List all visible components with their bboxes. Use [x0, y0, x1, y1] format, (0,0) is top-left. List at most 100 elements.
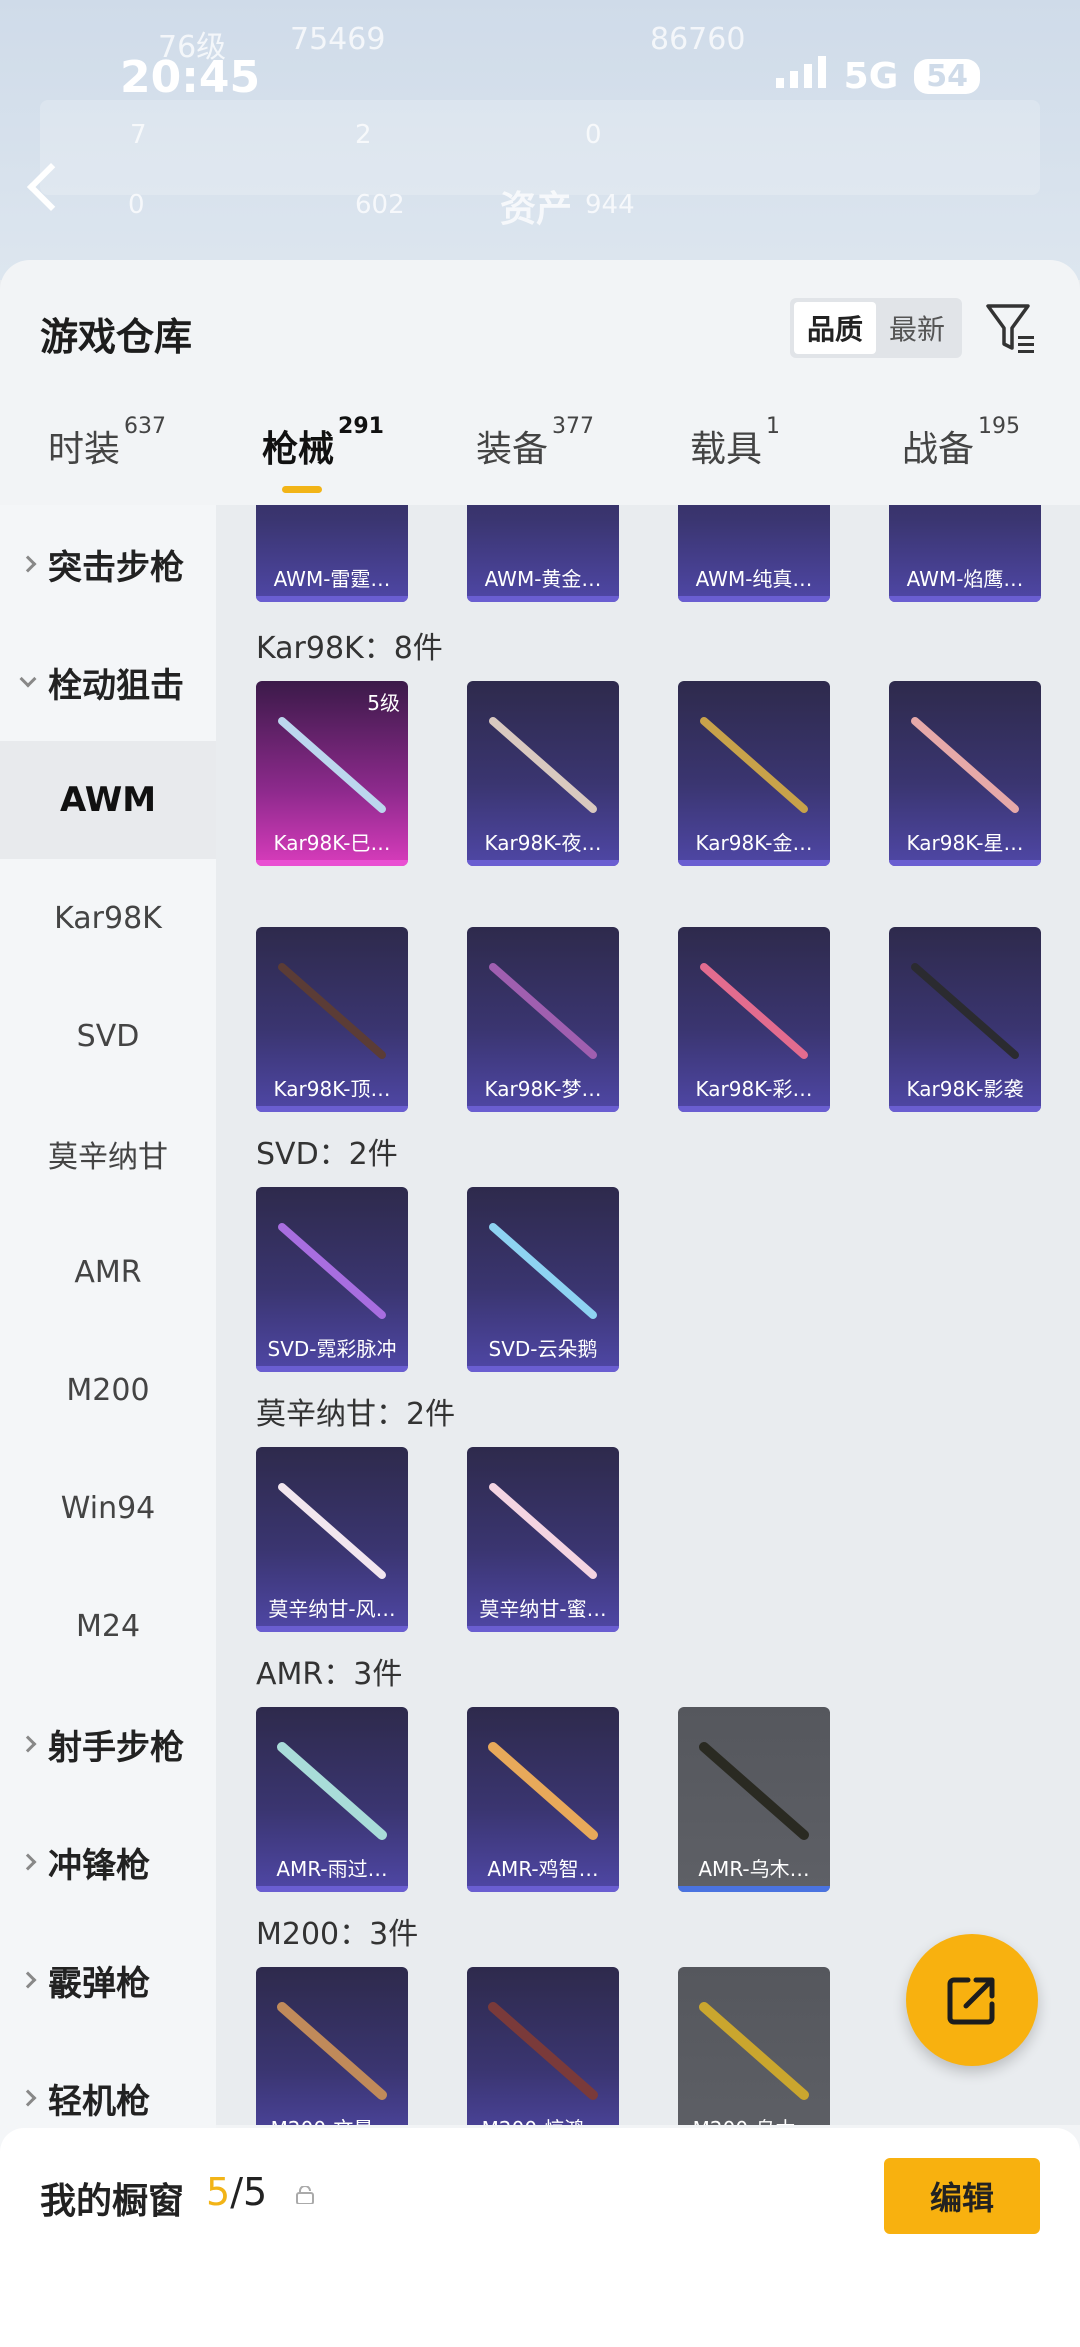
rarity-bar — [467, 1626, 619, 1632]
assets-label: 资产 — [500, 189, 573, 230]
item-name: SVD-霓彩脉冲 — [267, 1337, 397, 1361]
item-name: Kar98K-梦… — [484, 1077, 602, 1101]
item-card[interactable]: AWM-雷霆… — [256, 505, 408, 602]
signal-icon — [775, 56, 828, 97]
status-time: 20:45 — [120, 52, 261, 103]
sidebar-item-bolt-sniper[interactable]: 栓动狙击 — [0, 623, 216, 741]
page-title: 游戏仓库 — [40, 315, 193, 359]
rifle-icon — [489, 717, 597, 813]
showcase-label: 我的橱窗 — [40, 2181, 185, 2222]
active-tab-indicator — [282, 486, 322, 493]
item-card[interactable]: Kar98K-顶… — [256, 927, 408, 1112]
sidebar-item-label: 突击步枪 — [48, 547, 184, 588]
item-name: Kar98K-影袭 — [906, 1077, 1024, 1101]
tab-label: 载具 — [690, 429, 763, 470]
sort-quality-button[interactable]: 品质 — [794, 302, 876, 354]
item-card[interactable]: AMR-雨过… — [256, 1707, 408, 1892]
item-card[interactable]: SVD-云朵鹅 — [467, 1187, 619, 1372]
item-name: AMR-乌木… — [698, 1857, 810, 1881]
tab-weapons[interactable]: 枪械291 — [262, 414, 384, 472]
stat-value: 0 — [585, 120, 602, 150]
item-card[interactable]: Kar98K-影袭 — [889, 927, 1041, 1112]
item-card[interactable]: M200-乌木… — [678, 1967, 830, 2125]
showcase-count: 5/5 — [206, 2170, 267, 2214]
header-background: 76级 75469 86760 7 2 0 0 602 资产 944 — [0, 0, 1080, 280]
section-title-amr: AMR：3件 — [256, 1657, 403, 1692]
item-card[interactable]: Kar98K-彩… — [678, 927, 830, 1112]
item-name: Kar98K-巳… — [273, 831, 391, 855]
sidebar-item-win94[interactable]: Win94 — [0, 1449, 216, 1567]
sidebar-item-smg[interactable]: 冲锋枪 — [0, 1803, 216, 1921]
rifle-icon — [278, 963, 386, 1059]
rifle-icon — [699, 1742, 809, 1840]
tab-vehicles[interactable]: 载具1 — [690, 414, 780, 472]
sidebar-item-svd[interactable]: SVD — [0, 977, 216, 1095]
sidebar-item-assault-rifle[interactable]: 突击步枪 — [0, 505, 216, 623]
stat-value: 602 — [355, 190, 405, 220]
sidebar-item-kar98k[interactable]: Kar98K — [0, 859, 216, 977]
sidebar-item-mosin[interactable]: 莫辛纳甘 — [0, 1095, 216, 1213]
sidebar-item-marksman-rifle[interactable]: 射手步枪 — [0, 1685, 216, 1803]
sidebar-item-m200[interactable]: M200 — [0, 1331, 216, 1449]
item-card[interactable]: AWM-黄金… — [467, 505, 619, 602]
item-name: Kar98K-星… — [906, 831, 1024, 855]
item-card[interactable]: Kar98K-金… — [678, 681, 830, 866]
item-card[interactable]: 莫辛纳甘-蜜… — [467, 1447, 619, 1632]
item-name: Kar98K-彩… — [695, 1077, 813, 1101]
item-name: Kar98K-金… — [695, 831, 813, 855]
rarity-bar — [256, 1886, 408, 1892]
stat-value: 944 — [585, 190, 635, 220]
tab-supplies[interactable]: 战备195 — [902, 414, 1020, 472]
section-title-svd: SVD：2件 — [256, 1137, 398, 1172]
share-icon — [947, 1977, 995, 2025]
sidebar-item-m24[interactable]: M24 — [0, 1567, 216, 1685]
item-card[interactable]: M200-文景… — [256, 1967, 408, 2125]
section-title-kar98k: Kar98K：8件 — [256, 631, 443, 666]
tab-label: 时装 — [48, 429, 121, 470]
sidebar-item-label: 霰弹枪 — [48, 1963, 150, 2004]
tab-count: 195 — [978, 414, 1021, 439]
item-card[interactable]: Kar98K-梦… — [467, 927, 619, 1112]
share-button[interactable] — [906, 1934, 1038, 2066]
sidebar-item-amr[interactable]: AMR — [0, 1213, 216, 1331]
item-card[interactable]: Kar98K-星… — [889, 681, 1041, 866]
item-name: AWM-雷霆… — [273, 567, 391, 591]
tab-label: 枪械 — [262, 429, 335, 470]
item-card[interactable]: AWM-纯真… — [678, 505, 830, 602]
rarity-bar — [467, 1366, 619, 1372]
item-card[interactable]: AWM-焰鹰… — [889, 505, 1041, 602]
section-title-m200: M200：3件 — [256, 1917, 419, 1952]
rifle-icon — [911, 963, 1019, 1059]
filter-icon[interactable] — [984, 300, 1040, 356]
sidebar-item-shotgun[interactable]: 霰弹枪 — [0, 1921, 216, 2039]
rifle-icon — [911, 717, 1019, 813]
chevron-right-icon — [19, 555, 37, 573]
item-card[interactable]: 莫辛纳甘-风… — [256, 1447, 408, 1632]
showcase-bar: 我的橱窗 5/5 编辑 — [0, 2128, 1080, 2347]
item-name: 莫辛纳甘-蜜… — [479, 1597, 607, 1621]
network-type: 5G — [843, 56, 899, 97]
stat-value: 0 — [128, 190, 145, 220]
sort-toggle: 品质 最新 — [790, 298, 962, 358]
sort-newest-button[interactable]: 最新 — [876, 302, 958, 354]
item-card[interactable]: Kar98K-夜… — [467, 681, 619, 866]
tab-label: 装备 — [476, 429, 549, 470]
item-name: M200-文景… — [256, 2113, 408, 2125]
item-card[interactable]: SVD-霓彩脉冲 — [256, 1187, 408, 1372]
tab-equipment[interactable]: 装备377 — [476, 414, 594, 472]
sidebar-item-awm[interactable]: AWM — [0, 741, 216, 859]
tab-fashion[interactable]: 时装637 — [48, 414, 166, 472]
rarity-bar — [467, 860, 619, 866]
rifle-icon — [700, 963, 808, 1059]
rifle-icon — [489, 1223, 597, 1319]
item-card[interactable]: 5级 Kar98K-巳… — [256, 681, 408, 866]
rarity-bar — [256, 596, 408, 602]
rarity-bar — [467, 1106, 619, 1112]
item-card[interactable]: AMR-乌木… — [678, 1707, 830, 1892]
battery-icon: 54 — [914, 59, 980, 94]
item-card[interactable]: AMR-鸡智… — [467, 1707, 619, 1892]
tab-count: 377 — [552, 414, 595, 439]
rarity-bar — [678, 1886, 830, 1892]
edit-button[interactable]: 编辑 — [884, 2158, 1040, 2234]
item-card[interactable]: M200-惊鸿… — [467, 1967, 619, 2125]
